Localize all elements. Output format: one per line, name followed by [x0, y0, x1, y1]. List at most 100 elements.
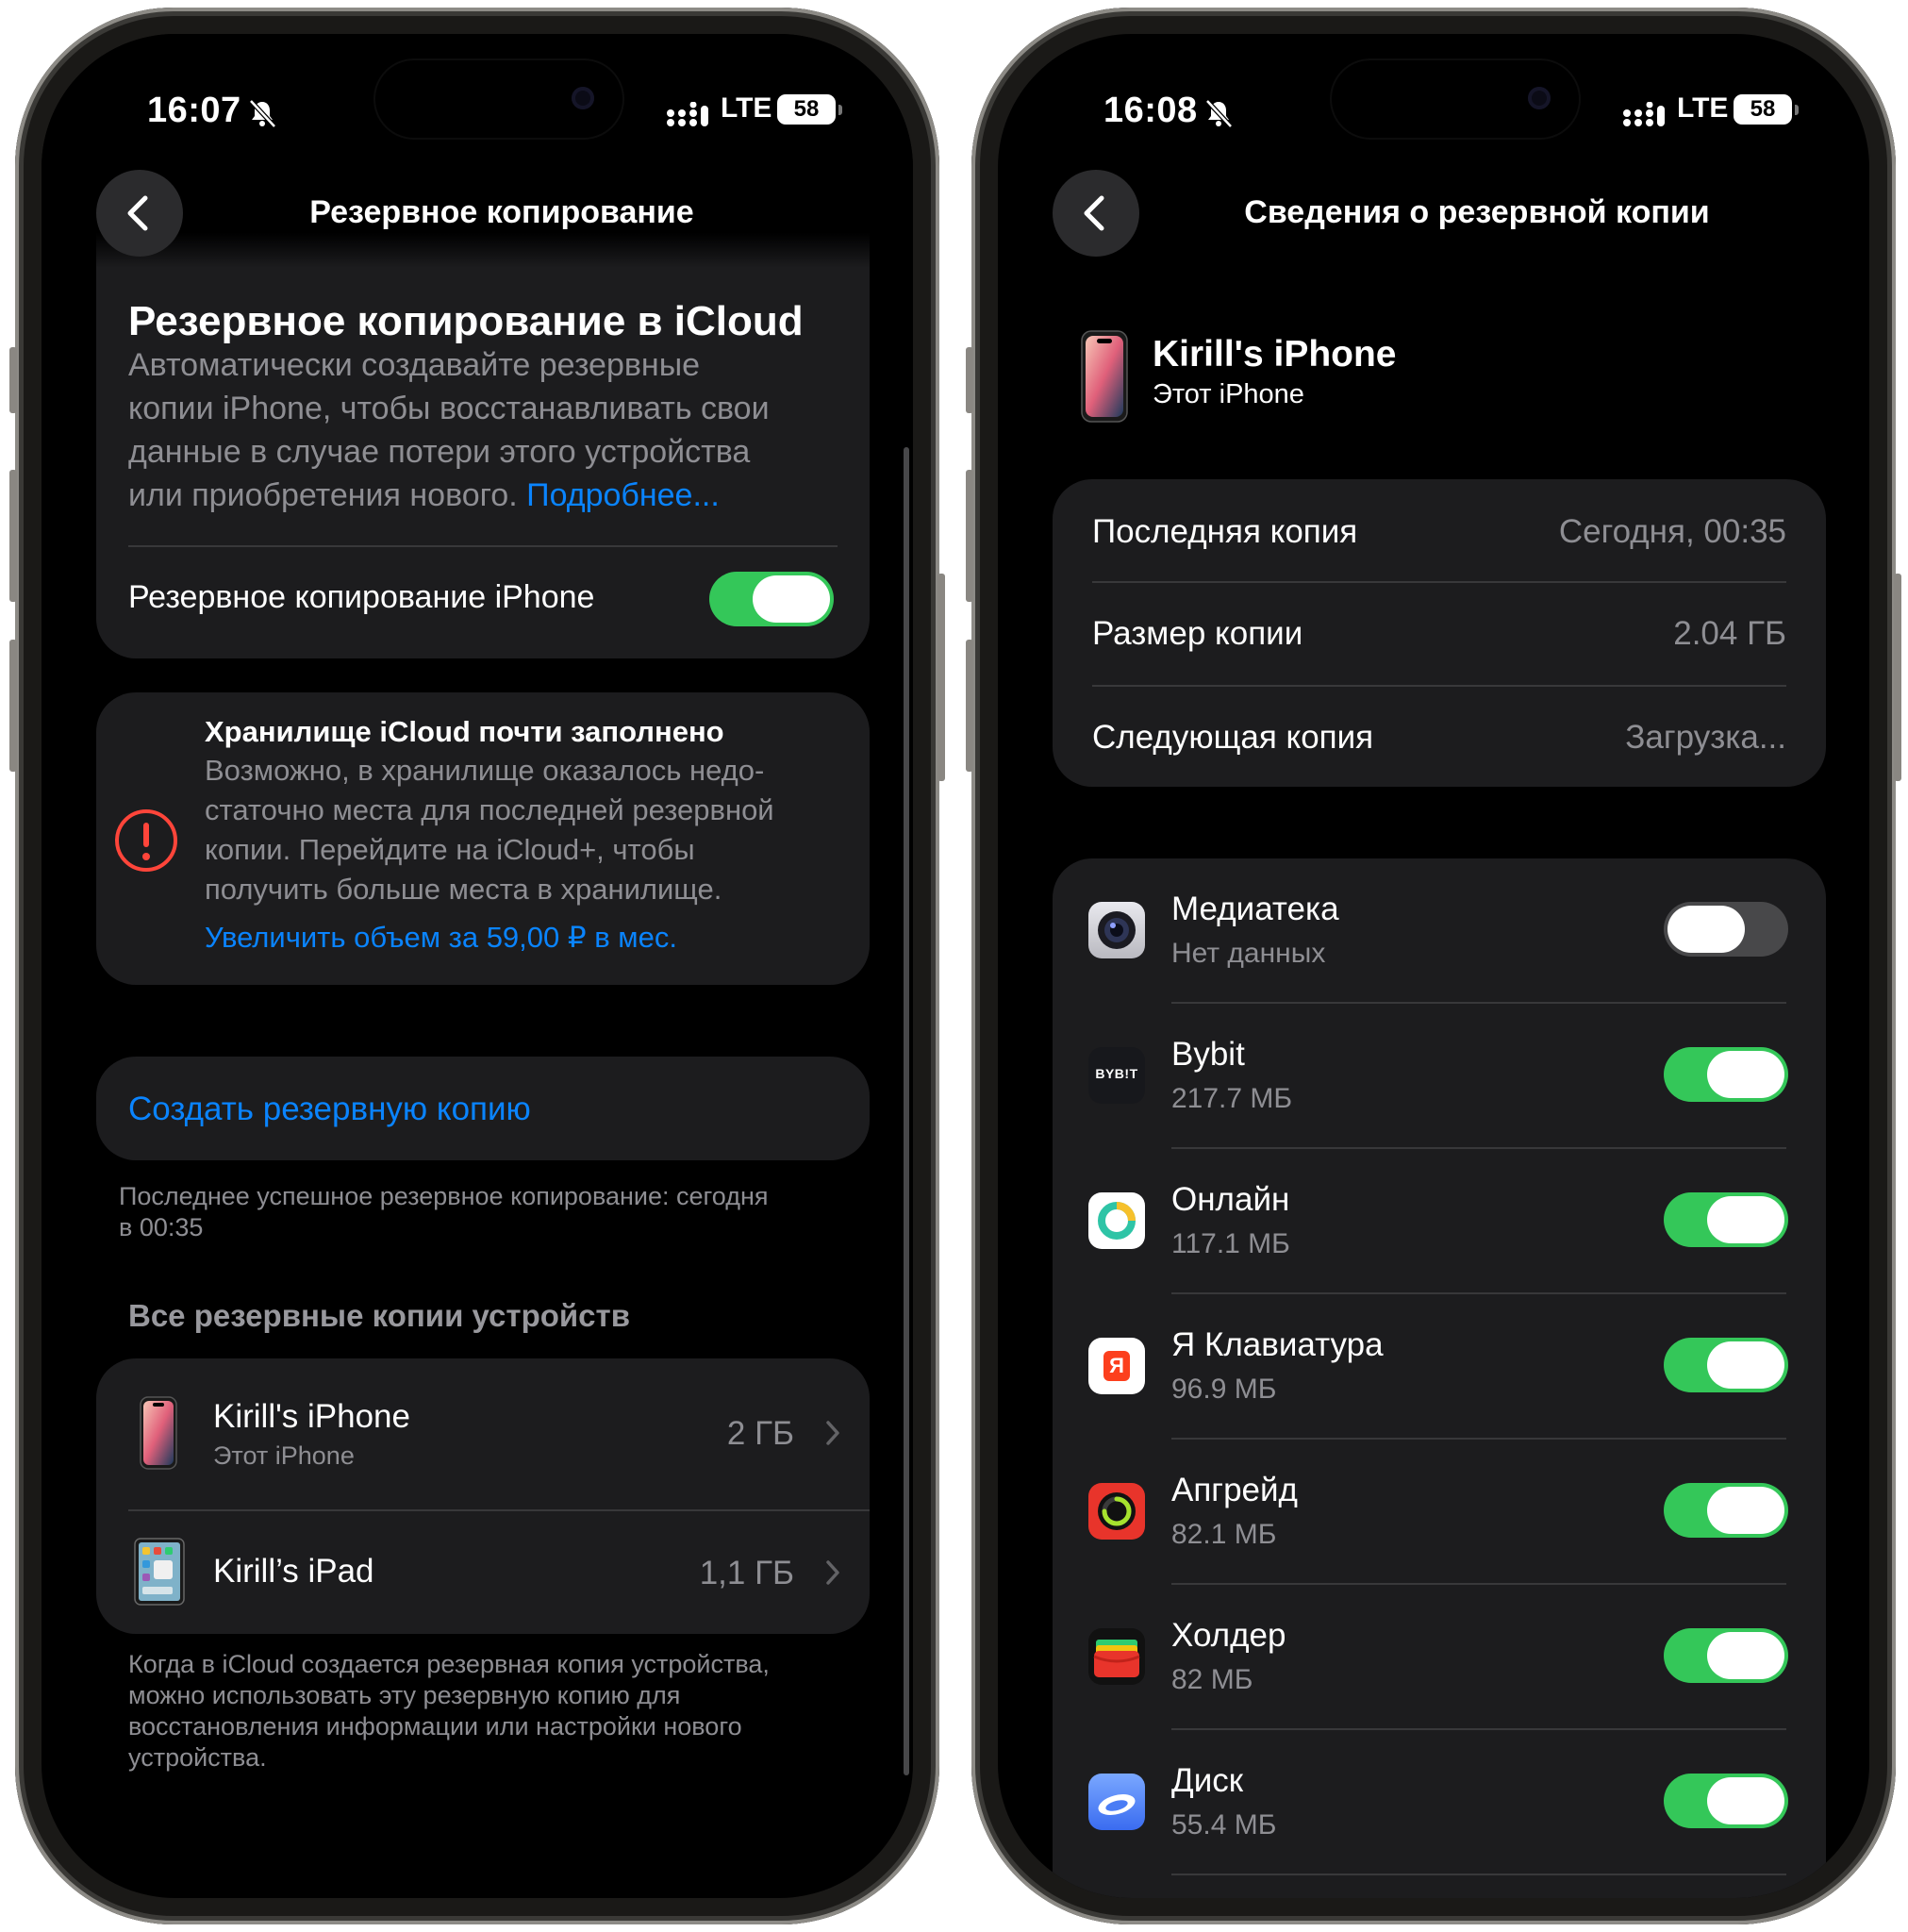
- ipad-device-icon: [134, 1538, 185, 1606]
- app-size: Нет данных: [1171, 938, 1326, 969]
- app-size: 96.9 МБ: [1171, 1374, 1277, 1405]
- app-backup-list: Медиатека Нет данных BYB!T Bybit 217.7 М…: [1053, 858, 1826, 1898]
- info-row-backup-size: Размер копии 2.04 ГБ: [1053, 583, 1826, 685]
- volume-up-button: [9, 470, 17, 602]
- dynamic-island: [375, 60, 622, 138]
- iphone-backup-toggle[interactable]: [709, 572, 834, 626]
- battery-indicator: 58: [777, 94, 842, 125]
- more-link[interactable]: Подробнее...: [526, 477, 720, 513]
- all-backups-header: Все резервные копии устройств: [128, 1298, 630, 1333]
- separator: [128, 545, 838, 547]
- volume-up-button: [966, 470, 973, 602]
- battery-indicator: 58: [1734, 94, 1799, 125]
- front-camera: [1528, 87, 1551, 109]
- info-label: Последняя копия: [1092, 513, 1358, 550]
- backups-footer-note: Когда в iCloud создается резервная копия…: [128, 1650, 770, 1772]
- exclamation-circle-icon: [115, 809, 177, 872]
- device-backups-list: Kirill's iPhone Этот iPhone 2 ГБ Kirill’…: [96, 1358, 870, 1634]
- screen-left: 16:07 LTE 58 Резервное копирование в: [41, 34, 913, 1898]
- app-backup-toggle[interactable]: [1664, 1483, 1788, 1538]
- iphone-backup-toggle-label: Резервное копирование iPhone: [128, 579, 595, 615]
- activity-ring-icon: [1088, 1483, 1145, 1540]
- network-type: LTE: [1677, 92, 1729, 124]
- backup-now-button[interactable]: Создать резервную копию: [96, 1057, 870, 1160]
- signal-icon: [1623, 102, 1665, 126]
- warning-description: Возможно, в хранилище оказалось недо- ст…: [205, 754, 774, 906]
- app-size: 55.4 МБ: [1171, 1809, 1277, 1840]
- backup-now-label: Создать резервную копию: [128, 1091, 531, 1127]
- backup-info-card: Последняя копия Сегодня, 00:35 Размер ко…: [1053, 479, 1826, 787]
- app-size: 117.1 МБ: [1171, 1228, 1290, 1259]
- app-name: Bybit: [1171, 1036, 1245, 1073]
- page-title: Сведения о резервной копии: [1244, 194, 1710, 230]
- ring-logo-icon: [1088, 1192, 1145, 1249]
- page-title: Резервное копирование: [309, 194, 694, 230]
- iphone-device-icon: [1081, 330, 1128, 423]
- app-name: Онлайн: [1171, 1181, 1290, 1218]
- info-label: Следующая копия: [1092, 719, 1374, 756]
- device-row-ipad[interactable]: Kirill’s iPad 1,1 ГБ: [96, 1511, 870, 1634]
- app-size: 82.1 МБ: [1171, 1519, 1277, 1550]
- app-backup-toggle[interactable]: [1664, 1338, 1788, 1392]
- device-name: Kirill's iPhone: [1153, 334, 1397, 375]
- yandex-keyboard-icon: Я: [1088, 1338, 1145, 1394]
- app-row: Я Я Клавиатура 96.9 МБ: [1053, 1294, 1826, 1440]
- device-row-iphone[interactable]: Kirill's iPhone Этот iPhone 2 ГБ: [96, 1358, 870, 1509]
- device-subtitle: Этот iPhone: [1153, 379, 1304, 409]
- chevron-right-icon: [826, 1421, 839, 1445]
- device-name: Kirill’s iPad: [213, 1553, 374, 1590]
- separator: [1171, 1874, 1786, 1875]
- app-row: Диск 55.4 МБ: [1053, 1730, 1826, 1875]
- front-camera: [572, 87, 594, 109]
- app-backup-toggle[interactable]: [1664, 1047, 1788, 1102]
- app-size: 217.7 МБ: [1171, 1083, 1293, 1114]
- action-button: [9, 347, 17, 413]
- screen-right: 16:08 LTE 58 Сведения о резервной копии: [998, 34, 1869, 1898]
- network-type: LTE: [721, 92, 772, 124]
- camera-lens-icon: [1088, 902, 1145, 958]
- wallet-icon: [1088, 1628, 1145, 1685]
- icloud-backup-description: Автоматически создавайте резервные копии…: [128, 347, 770, 513]
- app-name: Я Клавиатура: [1171, 1326, 1384, 1363]
- app-backup-toggle[interactable]: [1664, 1774, 1788, 1828]
- dynamic-island: [1332, 60, 1579, 138]
- app-backup-toggle[interactable]: [1664, 1628, 1788, 1683]
- action-button: [966, 347, 973, 413]
- info-value: Загрузка...: [1625, 719, 1786, 756]
- device-name: Kirill's iPhone: [213, 1398, 410, 1435]
- status-bar-top: 16:07 LTE 58: [41, 60, 913, 138]
- info-label: Размер копии: [1092, 615, 1303, 652]
- silent-bell-icon: [249, 99, 276, 128]
- side-button: [937, 574, 945, 781]
- icloud-backup-title: Резервное копирование в iCloud: [128, 298, 804, 344]
- app-backup-toggle[interactable]: [1664, 1192, 1788, 1247]
- warning-title: Хранилище iCloud почти заполнено: [205, 715, 724, 748]
- app-backup-toggle[interactable]: [1664, 902, 1788, 957]
- app-row: BYB!T Bybit 217.7 МБ: [1053, 1004, 1826, 1149]
- volume-down-button: [966, 640, 973, 772]
- device-subtitle: Этот iPhone: [213, 1441, 355, 1470]
- app-name: Диск: [1171, 1762, 1244, 1799]
- iphone-device-icon: [140, 1396, 177, 1470]
- device-size: 2 ГБ: [726, 1415, 794, 1452]
- silent-bell-icon: [1205, 99, 1233, 128]
- scrollbar[interactable]: [904, 447, 909, 1775]
- signal-icon: [667, 102, 708, 126]
- side-button: [1894, 574, 1901, 781]
- upgrade-storage-link[interactable]: Увеличить объем за 59,00 ₽ в мес.: [205, 921, 677, 955]
- app-name: Апгрейд: [1171, 1472, 1298, 1508]
- app-name: Холдер: [1171, 1617, 1286, 1654]
- phone-frame-right: 16:08 LTE 58 Сведения о резервной копии: [966, 8, 1901, 1924]
- info-row-last-backup: Последняя копия Сегодня, 00:35: [1053, 479, 1826, 581]
- app-size: 82 МБ: [1171, 1664, 1253, 1695]
- phone-frame-left: 16:07 LTE 58 Резервное копирование в: [9, 8, 945, 1924]
- info-value: 2.04 ГБ: [1673, 615, 1786, 652]
- info-row-next-backup: Следующая копия Загрузка...: [1053, 687, 1826, 787]
- storage-warning-card: Хранилище iCloud почти заполнено Возможн…: [96, 692, 870, 985]
- status-time: 16:08: [1103, 91, 1198, 130]
- bybit-icon-text: BYB!T: [1095, 1066, 1138, 1081]
- device-size: 1,1 ГБ: [699, 1555, 794, 1591]
- last-backup-note: Последнее успешное резервное копирование…: [119, 1182, 769, 1241]
- volume-down-button: [9, 640, 17, 772]
- yandex-letter: Я: [1103, 1351, 1130, 1381]
